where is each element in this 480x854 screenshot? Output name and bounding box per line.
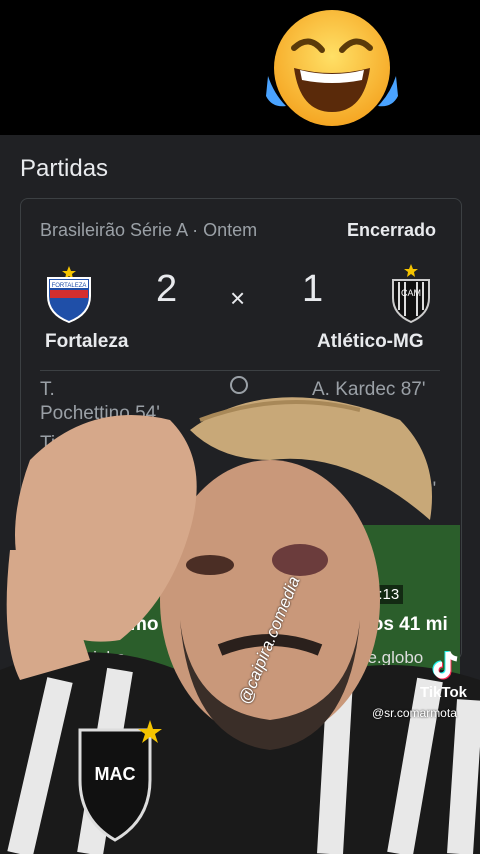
- section-title: Partidas: [20, 155, 109, 182]
- away-score: 1: [302, 268, 324, 310]
- person-overlay-image: MAC: [0, 397, 480, 854]
- tiktok-label: TikTok: [420, 684, 467, 701]
- away-team-name[interactable]: Atlético-MG: [317, 331, 424, 353]
- tiktok-logo-icon: [432, 651, 458, 680]
- laughing-with-tears-emoji: [266, 10, 398, 126]
- divider: [40, 370, 440, 371]
- fortaleza-badge-text: FORTALEZA: [52, 283, 87, 289]
- top-black-area: [0, 0, 480, 135]
- league-label: Brasileirão Série A · Ontem: [40, 220, 258, 240]
- score-separator: ×: [230, 283, 246, 313]
- fortaleza-badge-icon: FORTALEZA: [47, 266, 91, 324]
- match-status: Encerrado: [346, 220, 436, 240]
- home-score: 2: [156, 268, 178, 310]
- home-team-name[interactable]: Fortaleza: [45, 331, 128, 353]
- shirt-badge-text: MAC: [95, 764, 136, 784]
- atletico-badge-icon: CAM: [392, 264, 430, 324]
- atletico-badge-text: CAM: [401, 288, 421, 298]
- tiktok-username: @sr.comarmota: [372, 706, 457, 720]
